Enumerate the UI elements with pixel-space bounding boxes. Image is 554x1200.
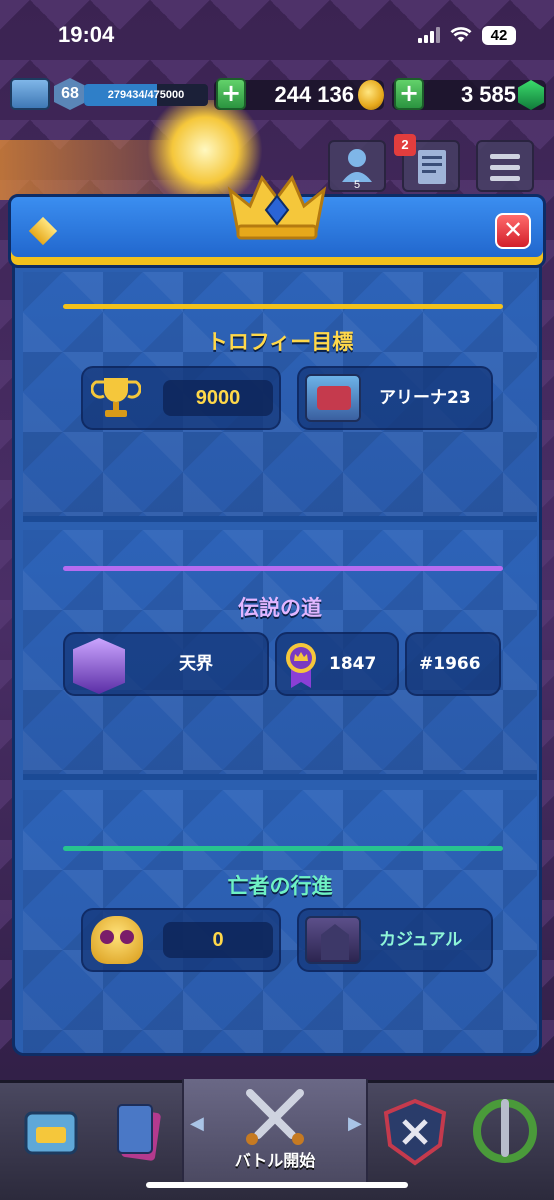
resource-bar: 68 279434/475000 + 244 136 + 3 585 xyxy=(0,74,554,116)
home-indicator xyxy=(146,1182,408,1188)
svg-text:5: 5 xyxy=(354,179,360,190)
arena-name: アリーナ23 xyxy=(379,388,471,408)
status-icons: 42 xyxy=(418,25,516,45)
arrow-left-icon: ◀ xyxy=(190,1113,204,1134)
march-title: 亡者の行進 xyxy=(227,874,333,898)
profile-icon[interactable] xyxy=(10,78,50,110)
menu-icon xyxy=(490,154,520,159)
trophy-count-pill[interactable]: 9000 xyxy=(81,366,281,430)
level-badge: 68 xyxy=(54,78,86,110)
close-button[interactable]: ✕ xyxy=(495,213,531,249)
battery-indicator: 42 xyxy=(482,25,516,45)
xp-bar: 279434/475000 xyxy=(84,84,208,106)
cards-icon[interactable] xyxy=(96,1083,186,1183)
diamond-icon xyxy=(28,216,58,246)
march-divider xyxy=(63,846,503,851)
trophy-divider xyxy=(63,304,503,309)
league-shield-icon xyxy=(73,638,125,694)
gems-value: 3 585 xyxy=(460,82,516,107)
modal-body: トロフィー目標 9000 アリーナ23 伝説の道 天界 1847 #1966 亡… xyxy=(12,260,542,1056)
wifi-icon xyxy=(450,27,472,42)
league-name: 天界 xyxy=(179,654,213,674)
shop-icon[interactable] xyxy=(6,1083,96,1183)
gold-coin-icon xyxy=(358,80,384,110)
battle-label: バトル開始 xyxy=(234,1151,316,1170)
rank-value: #1966 xyxy=(419,654,481,674)
skull-icon xyxy=(91,916,143,964)
gold-value: 244 136 xyxy=(274,82,354,107)
mode-name: カジュアル xyxy=(379,930,463,950)
add-gold-button[interactable]: + xyxy=(216,78,246,110)
legend-divider xyxy=(63,566,503,571)
battle-icon xyxy=(246,1089,304,1145)
clan-icon[interactable] xyxy=(370,1083,460,1183)
mode-pill[interactable]: カジュアル xyxy=(297,908,493,972)
friends-button[interactable]: 5 xyxy=(328,140,386,192)
dark-arena-icon xyxy=(305,916,361,964)
menu-button[interactable] xyxy=(476,140,534,192)
trophy-icon xyxy=(91,378,141,417)
trophy-value: 9000 xyxy=(163,380,273,416)
ranking-modal: トロフィー目標 9000 アリーナ23 伝説の道 天界 1847 #1966 亡… xyxy=(8,175,546,1056)
clock: 19:04 xyxy=(58,22,115,47)
add-gems-button[interactable]: + xyxy=(394,78,424,110)
rank-pill[interactable]: #1966 xyxy=(405,632,501,696)
rating-value: 1847 xyxy=(329,654,377,674)
path-of-legend-section: 伝説の道 天界 1847 #1966 xyxy=(23,530,537,780)
trophy-title: トロフィー目標 xyxy=(206,330,354,354)
arrow-right-icon: ▶ xyxy=(348,1113,362,1134)
rating-pill[interactable]: 1847 xyxy=(275,632,399,696)
cellular-signal-icon xyxy=(418,27,440,43)
march-of-the-dead-section: 亡者の行進 0 カジュアル xyxy=(23,790,537,1053)
friends-icon: 5 xyxy=(342,149,372,191)
league-pill[interactable]: 天界 xyxy=(63,632,269,696)
score-pill[interactable]: 0 xyxy=(81,908,281,972)
news-badge: 2 xyxy=(394,134,416,156)
events-icon[interactable] xyxy=(460,1083,550,1183)
xp-text: 279434/475000 xyxy=(107,89,185,101)
arena-pill[interactable]: アリーナ23 xyxy=(297,366,493,430)
status-bar: 19:04 42 xyxy=(0,0,554,70)
medal-icon xyxy=(286,643,316,688)
legend-title: 伝説の道 xyxy=(238,596,322,620)
arena-icon xyxy=(305,374,361,422)
crown-icon xyxy=(227,175,327,240)
trophy-section: トロフィー目標 9000 アリーナ23 xyxy=(23,272,537,522)
score-value: 0 xyxy=(163,922,273,958)
